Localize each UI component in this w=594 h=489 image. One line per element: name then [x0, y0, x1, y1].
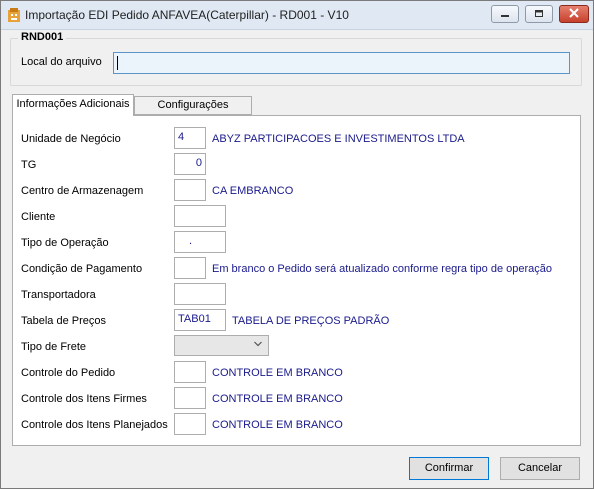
cancel-button[interactable]: Cancelar	[500, 457, 580, 480]
controle-itens-planejados-input[interactable]	[174, 413, 206, 435]
maximize-button[interactable]	[525, 5, 553, 23]
tabela-precos-desc: TABELA DE PREÇOS PADRÃO	[232, 315, 390, 327]
chevron-down-icon	[254, 341, 262, 347]
tipo-operacao-label: Tipo de Operação	[21, 237, 109, 249]
controle-pedido-desc: CONTROLE EM BRANCO	[212, 367, 343, 379]
tipo-operacao-input[interactable]: .	[174, 231, 226, 253]
tipo-frete-select[interactable]	[174, 335, 269, 356]
condicao-pagamento-label: Condição de Pagamento	[21, 263, 143, 275]
transportadora-label: Transportadora	[21, 289, 96, 301]
controle-pedido-label: Controle do Pedido	[21, 367, 116, 379]
app-icon	[8, 8, 20, 22]
centro-armazenagem-label: Centro de Armazenagem	[21, 185, 144, 197]
tab-configuracoes[interactable]: Configurações	[134, 96, 252, 115]
tab-informacoes-adicionais[interactable]: Informações Adicionais	[12, 94, 134, 116]
tg-label: TG	[21, 159, 37, 171]
local-file-input[interactable]	[113, 52, 570, 74]
controle-itens-firmes-desc: CONTROLE EM BRANCO	[212, 393, 343, 405]
main-window: Importação EDI Pedido ANFAVEA(Caterpilla…	[0, 0, 594, 489]
controle-itens-planejados-label: Controle dos Itens Planejados	[21, 419, 168, 431]
cliente-input[interactable]	[174, 205, 226, 227]
confirm-button[interactable]: Confirmar	[409, 457, 489, 480]
minimize-button[interactable]	[491, 5, 519, 23]
unidade-negocio-label: Unidade de Negócio	[21, 133, 121, 145]
tabela-precos-input[interactable]: TAB01	[174, 309, 226, 331]
condicao-pagamento-input[interactable]	[174, 257, 206, 279]
transportadora-input[interactable]	[174, 283, 226, 305]
centro-armazenagem-input[interactable]	[174, 179, 206, 201]
condicao-pagamento-desc: Em branco o Pedido será atualizado confo…	[212, 263, 552, 275]
title-bar[interactable]: Importação EDI Pedido ANFAVEA(Caterpilla…	[1, 1, 593, 30]
window-title: Importação EDI Pedido ANFAVEA(Caterpilla…	[25, 8, 349, 22]
cliente-label: Cliente	[21, 211, 56, 223]
tipo-frete-label: Tipo de Frete	[21, 341, 87, 353]
tg-input[interactable]: 0	[174, 153, 206, 175]
controle-pedido-input[interactable]	[174, 361, 206, 383]
tabela-precos-label: Tabela de Preços	[21, 315, 106, 327]
group-title: RND001	[18, 31, 67, 43]
controle-itens-firmes-input[interactable]	[174, 387, 206, 409]
minimize-icon	[501, 15, 509, 17]
text-caret	[117, 56, 118, 70]
centro-armazenagem-desc: CA EMBRANCO	[212, 185, 294, 197]
maximize-icon	[535, 10, 543, 17]
controle-itens-planejados-desc: CONTROLE EM BRANCO	[212, 419, 343, 431]
local-file-label: Local do arquivo	[21, 56, 102, 68]
controle-itens-firmes-label: Controle dos Itens Firmes	[21, 393, 147, 405]
unidade-negocio-input[interactable]: 4	[174, 127, 206, 149]
unidade-negocio-desc: ABYZ PARTICIPACOES E INVESTIMENTOS LTDA	[212, 133, 465, 145]
close-button[interactable]	[559, 5, 589, 23]
close-icon	[569, 8, 579, 18]
